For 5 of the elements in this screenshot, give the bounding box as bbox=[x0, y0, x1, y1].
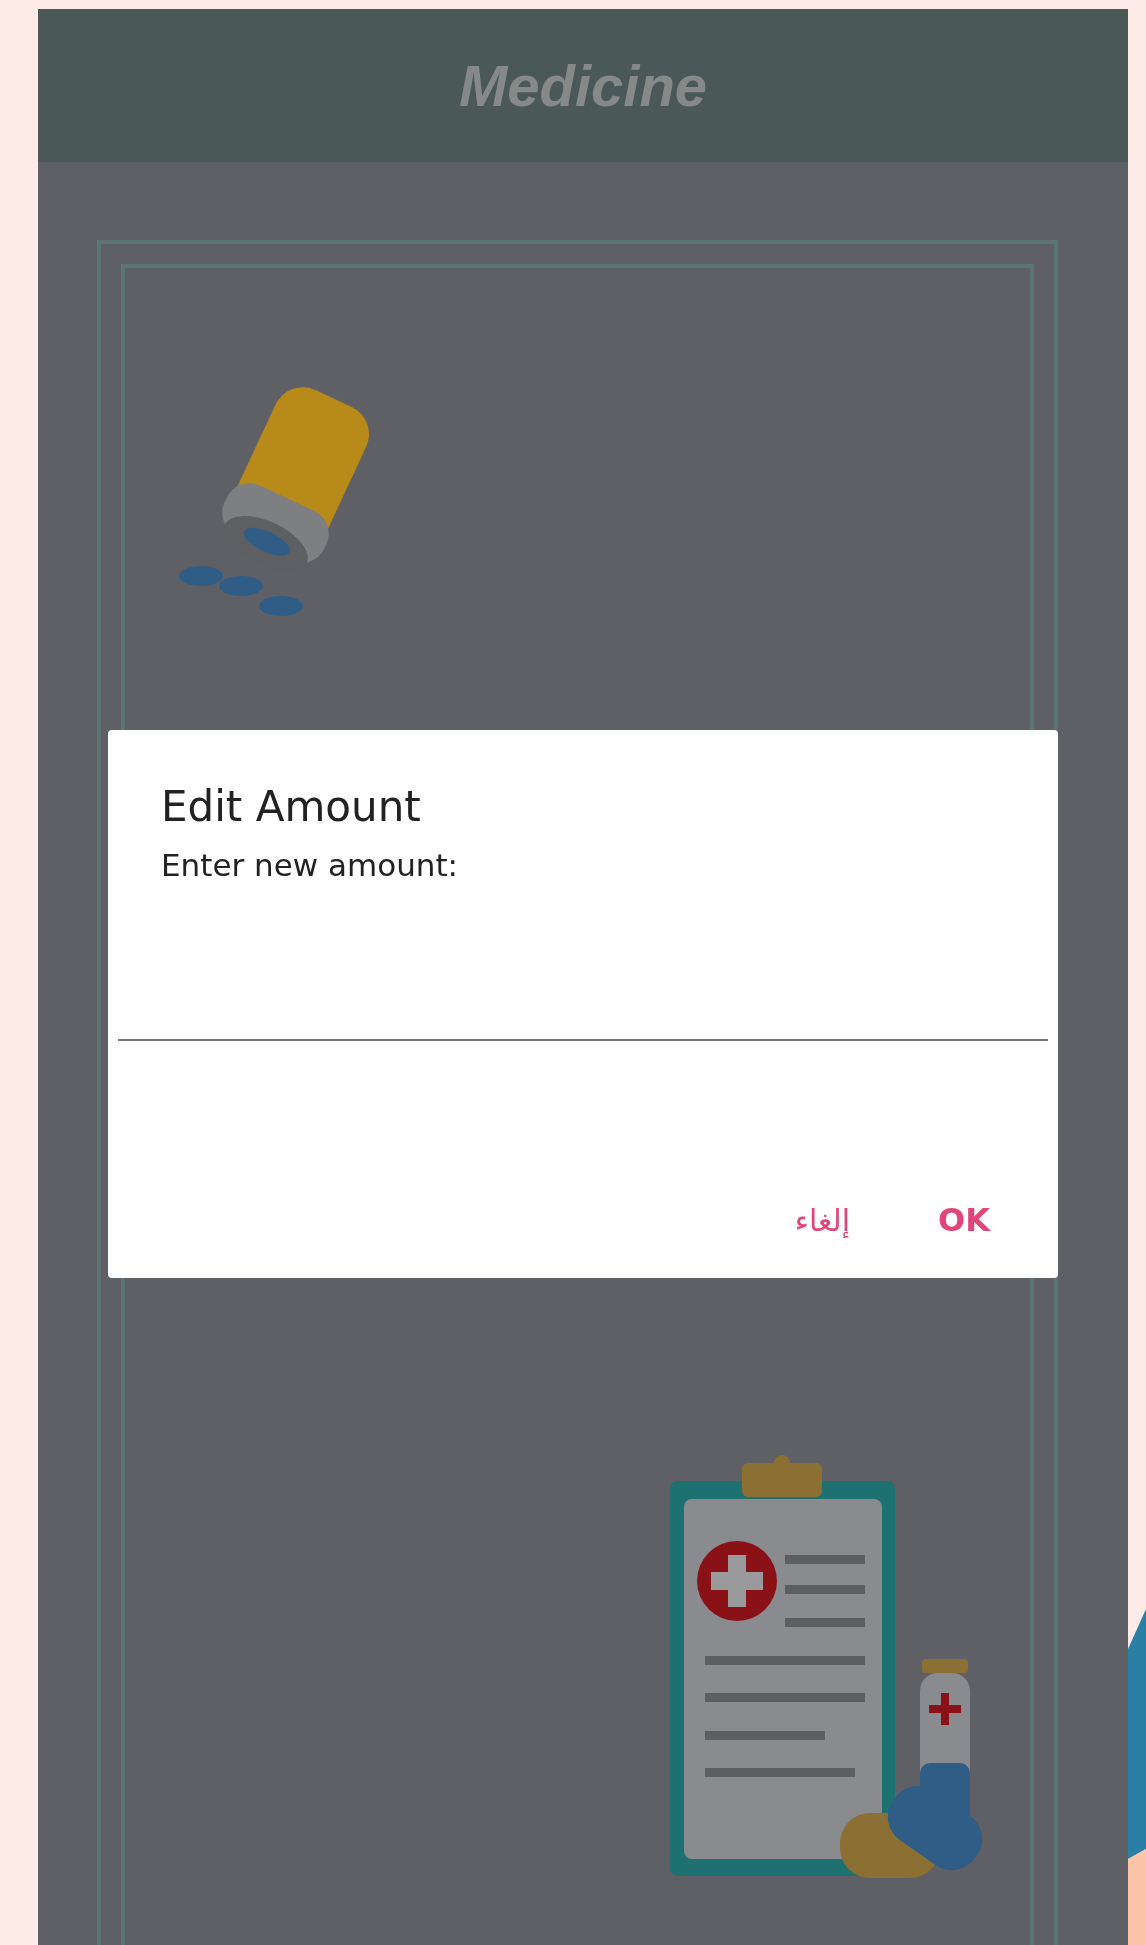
dialog-title: Edit Amount bbox=[160, 781, 422, 833]
cancel-button[interactable]: إلغاء bbox=[774, 1186, 870, 1254]
dialog-message: Enter new amount: bbox=[160, 846, 460, 886]
app-title: Medicine bbox=[458, 52, 708, 120]
ok-button[interactable]: OK bbox=[918, 1186, 1010, 1254]
